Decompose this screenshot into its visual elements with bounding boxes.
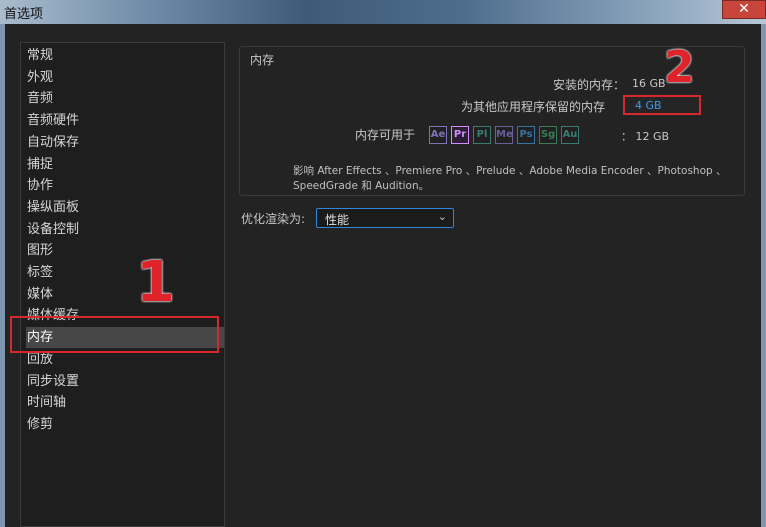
app-icon-ae: Ae — [429, 126, 447, 144]
affects-apps-text: 影响 After Effects 、Premiere Pro 、Prelude … — [293, 165, 727, 192]
sidebar-item[interactable]: 设备控制 — [26, 219, 224, 240]
memory-group-title: 内存 — [247, 51, 278, 68]
app-icon-pr: Pr — [451, 126, 469, 144]
chevron-down-icon: ⌄ — [437, 210, 447, 223]
sidebar-item[interactable]: 标签 — [26, 262, 224, 283]
window-title: 首选项 — [4, 7, 44, 22]
sidebar-item[interactable]: 音频硬件 — [26, 110, 224, 131]
sidebar-item[interactable]: 时间轴 — [26, 392, 224, 413]
sidebar-item[interactable]: 操纵面板 — [26, 197, 224, 218]
app-icon-ps: Ps — [517, 126, 535, 144]
sidebar-item[interactable]: 音频 — [26, 88, 224, 109]
app-icon-pl: Pl — [473, 126, 491, 144]
installed-memory-label: 安装的内存： — [553, 78, 626, 92]
sidebar-item[interactable]: 外观 — [26, 67, 224, 88]
optimize-render-label: 优化渲染为: — [241, 212, 306, 226]
preferences-sidebar: 常规 外观 音频 音频硬件 自动保存 捕捉 协作 操纵面板 设备控制 图形 标签 媒体 媒体缓存 内存 回放… — [20, 42, 225, 527]
reserved-memory-value[interactable]: 4 GB — [635, 99, 662, 112]
sidebar-item[interactable]: 修剪 — [26, 414, 224, 435]
annotation-number-2: 2 — [664, 42, 695, 93]
app-icon-sg: Sg — [539, 126, 557, 144]
available-memory-label: 内存可用于 — [355, 128, 416, 142]
sidebar-item[interactable]: 自动保存 — [26, 132, 224, 153]
sidebar-item[interactable]: 同步设置 — [26, 371, 224, 392]
installed-memory-value: 16 GB — [632, 77, 666, 90]
app-icon-au: Au — [561, 126, 579, 144]
annotation-number-1: 1 — [136, 250, 175, 315]
sidebar-item[interactable]: 常规 — [26, 45, 224, 66]
available-memory-value: ： 12 GB — [621, 130, 670, 143]
sidebar-item[interactable]: 图形 — [26, 240, 224, 261]
app-icon-me: Me — [495, 126, 513, 144]
sidebar-item[interactable]: 协作 — [26, 175, 224, 196]
sidebar-item[interactable]: 媒体 — [26, 284, 224, 305]
sidebar-item[interactable]: 捕捉 — [26, 154, 224, 175]
title-bar: 首选项 ✕ — [0, 0, 766, 24]
reserved-memory-label: 为其他应用程序保留的内存 — [461, 100, 606, 114]
optimize-render-select[interactable]: 性能 ⌄ — [316, 208, 454, 228]
annotation-box-memory — [10, 316, 219, 353]
close-button[interactable]: ✕ — [722, 0, 766, 19]
reserved-memory-field[interactable]: 4 GB — [623, 95, 701, 115]
optimize-render-value: 性能 — [325, 213, 350, 227]
